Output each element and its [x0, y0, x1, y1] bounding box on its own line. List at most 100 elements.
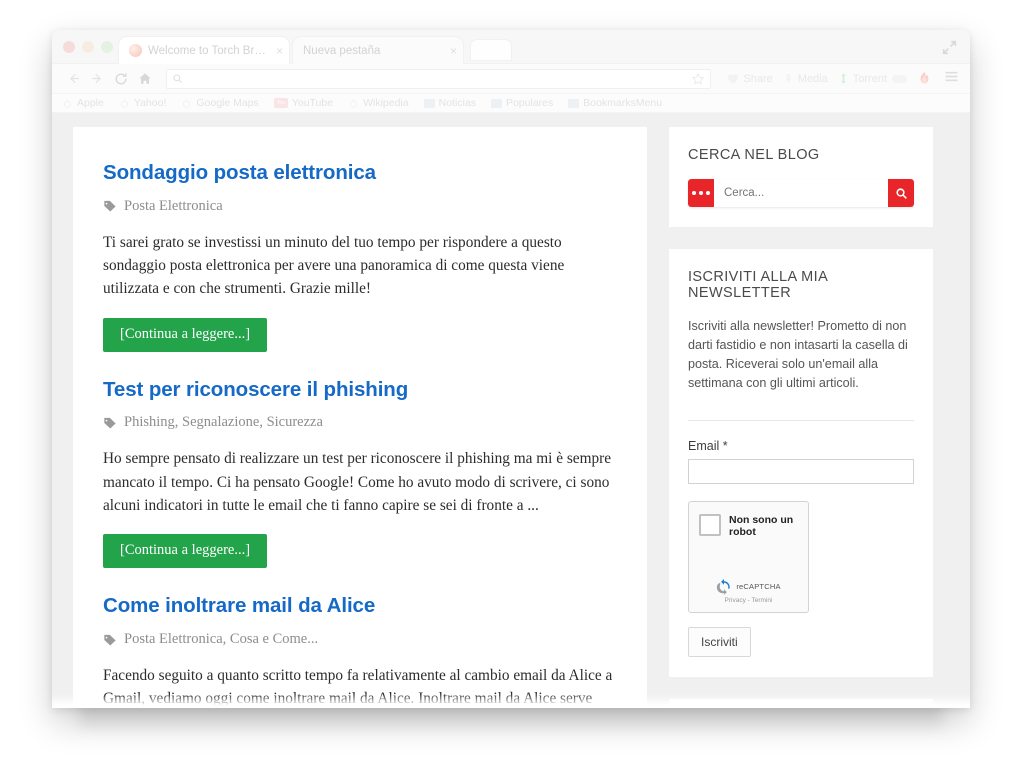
browser-toolbar: Share Media Torrent [52, 64, 970, 94]
close-icon[interactable]: × [450, 44, 457, 58]
search-icon [895, 187, 907, 199]
post-categories-text[interactable]: Posta Elettronica [124, 198, 223, 215]
post-categories-text[interactable]: Posta Elettronica, Cosa e Come... [124, 631, 318, 648]
post-item: Test per riconoscere il phishing Phishin… [103, 378, 617, 569]
home-icon[interactable] [134, 68, 156, 90]
recaptcha-widget[interactable]: Non sono un robot reCAPTCHA Privacy - Te… [688, 500, 809, 613]
browser-window: Welcome to Torch Browser × Nueva pestaña… [52, 30, 970, 708]
folder-icon [423, 98, 435, 108]
tab-strip: Welcome to Torch Browser × Nueva pestaña… [52, 30, 970, 64]
newsletter-widget: ISCRIVITI ALLA MIA NEWSLETTER Iscriviti … [669, 249, 933, 677]
bookmark-folder-noticias[interactable]: Noticias [423, 97, 476, 109]
torrent-label: Torrent [852, 72, 887, 85]
bookmark-apple[interactable]: Apple [62, 97, 104, 109]
post-list: Sondaggio posta elettronica Posta Elettr… [73, 127, 647, 708]
torch-flame-icon [920, 72, 929, 84]
google-maps-icon [183, 98, 191, 108]
bookmark-folder-populares[interactable]: Populares [490, 97, 554, 109]
post-categories: Posta Elettronica, Cosa e Come... [103, 631, 617, 648]
bookmark-yahoo[interactable]: Yahoo! [119, 97, 166, 109]
bookmark-label: Google Maps [196, 97, 259, 109]
recaptcha-brand: reCAPTCHA [736, 582, 781, 592]
close-window-button[interactable] [63, 41, 75, 53]
bookmark-wikipedia[interactable]: Wikipedia [348, 97, 409, 109]
tag-icon [104, 634, 116, 646]
bookmark-folder-bookmarksmenu[interactable]: BookmarksMenu [568, 97, 662, 109]
apple-icon [63, 98, 72, 108]
search-widget: CERCA NEL BLOG [669, 127, 933, 227]
share-label: Share [743, 72, 773, 85]
forward-icon[interactable] [86, 68, 108, 90]
search-submit-button[interactable] [888, 179, 914, 207]
bookmark-google-maps[interactable]: Google Maps [181, 97, 259, 109]
post-categories: Posta Elettronica [103, 198, 617, 215]
tab-nueva-pestana[interactable]: Nueva pestaña × [292, 36, 464, 64]
recaptcha-icon [717, 578, 731, 595]
post-categories: Phishing, Segnalazione, Sicurezza [103, 414, 617, 431]
email-field[interactable] [688, 458, 914, 484]
bookmark-label: Populares [505, 97, 554, 109]
torrent-icon [841, 73, 846, 84]
torch-logo-button[interactable] [917, 71, 932, 86]
bookmark-star-icon[interactable] [691, 72, 705, 86]
youtube-icon: You [273, 98, 288, 108]
search-input[interactable] [714, 179, 888, 207]
tag-icon [104, 417, 116, 429]
heart-icon [728, 73, 739, 84]
categories-widget: CATEGORIE - Malware [669, 698, 933, 708]
tab-title: Welcome to Torch Browser [148, 44, 271, 57]
search-options-button[interactable] [688, 179, 714, 207]
newsletter-widget-title: ISCRIVITI ALLA MIA NEWSLETTER [688, 269, 828, 301]
close-icon[interactable]: × [276, 44, 283, 58]
maximize-window-button[interactable] [101, 41, 113, 53]
folder-icon [568, 98, 580, 108]
torrent-toggle[interactable] [892, 74, 907, 83]
recaptcha-legal-links[interactable]: Privacy - Termini [699, 597, 798, 604]
media-icon [785, 73, 791, 84]
share-button[interactable]: Share [726, 72, 773, 86]
wikipedia-icon [350, 98, 358, 108]
bookmark-label: BookmarksMenu [583, 97, 663, 109]
ellipsis-icon [692, 191, 710, 195]
read-more-button[interactable]: [Continua a leggere...] [103, 534, 268, 569]
bookmark-label: Apple [77, 97, 104, 109]
newsletter-description: Iscriviti alla newsletter! Prometto di n… [688, 319, 908, 391]
post-title-link[interactable]: Come inoltrare mail da Alice [103, 594, 617, 619]
recaptcha-label: Non sono un robot [729, 513, 794, 539]
post-title-link[interactable]: Sondaggio posta elettronica [103, 161, 617, 186]
sidebar: CERCA NEL BLOG Cerca... ISCRIVITI ALLA M… [669, 127, 933, 708]
post-item: Come inoltrare mail da Alice Posta Elett… [103, 594, 617, 708]
bookmark-youtube[interactable]: You YouTube [273, 97, 334, 109]
post-excerpt: Ti sarei grato se investissi un minuto d… [103, 233, 565, 298]
tab-welcome-to-torch-browser[interactable]: Welcome to Torch Browser × [118, 36, 290, 64]
page-viewport: Sondaggio posta elettronica Posta Elettr… [52, 113, 970, 708]
bookmark-label: Wikipedia [363, 97, 409, 109]
tag-icon [104, 201, 116, 212]
new-tab-button[interactable] [470, 39, 512, 61]
blog-page: Sondaggio posta elettronica Posta Elettr… [73, 113, 949, 708]
post-excerpt: Facendo seguito a quanto scritto tempo f… [103, 667, 613, 708]
window-drop-shadow [80, 704, 942, 734]
email-field-label: Email * [688, 438, 728, 453]
bookmark-label: Noticias [438, 97, 476, 109]
minimize-window-button[interactable] [82, 41, 94, 53]
post-categories-text[interactable]: Phishing, Segnalazione, Sicurezza [124, 414, 323, 431]
post-title-link[interactable]: Test per riconoscere il phishing [103, 378, 617, 403]
torrent-button[interactable]: Torrent [837, 72, 907, 85]
expand-window-icon[interactable] [941, 39, 958, 56]
media-label: Media [797, 72, 828, 85]
tab-title: Nueva pestaña [303, 44, 381, 57]
search-form [688, 179, 914, 207]
address-bar[interactable] [166, 68, 712, 89]
read-more-button[interactable]: [Continua a leggere...] [103, 317, 268, 352]
bookmark-label: YouTube [291, 97, 334, 109]
back-icon[interactable] [62, 68, 84, 90]
media-button[interactable]: Media [782, 72, 828, 85]
recaptcha-checkbox[interactable] [699, 513, 721, 536]
subscribe-button[interactable]: Iscriviti [688, 626, 751, 657]
torch-favicon [129, 44, 142, 57]
divider [688, 419, 914, 421]
browser-menu-icon[interactable] [943, 68, 960, 90]
post-item: Sondaggio posta elettronica Posta Elettr… [103, 161, 617, 352]
reload-icon[interactable] [110, 68, 132, 90]
